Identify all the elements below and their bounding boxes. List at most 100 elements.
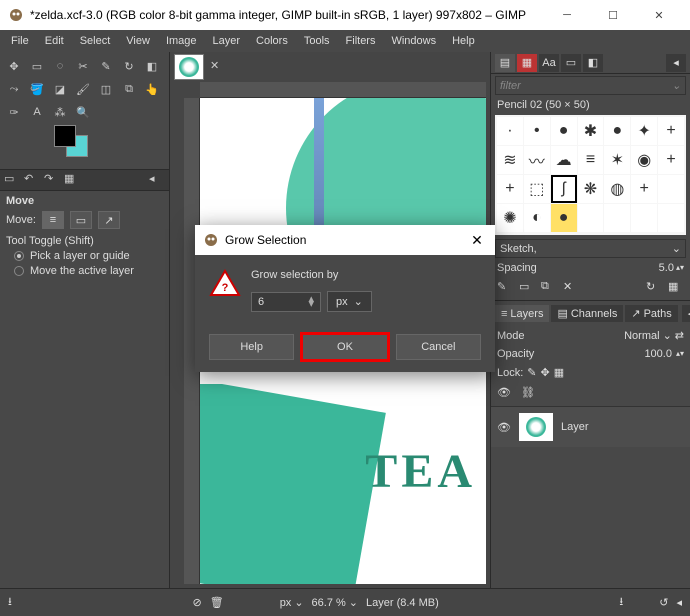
tool-paintbrush[interactable]: 🖌 <box>73 79 93 99</box>
menu-colors[interactable]: Colors <box>249 33 295 49</box>
tool-crop[interactable]: ✎ <box>96 56 116 76</box>
window-minimize-button[interactable]: ─ <box>544 0 590 30</box>
cancel-button[interactable]: Cancel <box>396 334 481 360</box>
menu-filters[interactable]: Filters <box>339 33 383 49</box>
menu-view[interactable]: View <box>119 33 157 49</box>
radio-move-active[interactable]: Move the active layer <box>6 265 163 277</box>
tool-paths[interactable]: ✑ <box>4 102 24 122</box>
tab-patterns-icon[interactable]: ▦ <box>517 54 537 72</box>
document-tab[interactable] <box>174 54 204 80</box>
tab-paths[interactable]: ↗Paths <box>625 305 677 322</box>
dialog-titlebar: Grow Selection ✕ <box>195 225 495 255</box>
tool-eraser[interactable]: ◫ <box>96 79 116 99</box>
status-download-icon[interactable]: ⭳ <box>619 593 623 612</box>
unit-select[interactable]: px ⌄ <box>280 596 304 609</box>
refresh-brushes-icon[interactable]: ↻ <box>646 280 662 296</box>
tab-brushes-icon[interactable]: ▤ <box>495 54 515 72</box>
spinner-arrows-icon[interactable]: ▴▾ <box>676 265 684 271</box>
mode-select[interactable]: Normal ⌄ ⇄ <box>624 329 684 342</box>
status-cancel-icon[interactable]: ⊘ <box>193 596 202 609</box>
menu-help[interactable]: Help <box>445 33 482 49</box>
menu-file[interactable]: File <box>4 33 36 49</box>
window-maximize-button[interactable]: ☐ <box>590 0 636 30</box>
menu-select[interactable]: Select <box>73 33 118 49</box>
tool-transform[interactable]: ◧ <box>142 56 162 76</box>
dock-menu-icon[interactable]: ◂ <box>149 172 165 188</box>
tool-color-picker[interactable]: ⁂ <box>50 102 70 122</box>
delete-brush-icon[interactable]: ✕ <box>563 280 579 296</box>
duplicate-brush-icon[interactable]: ⧉ <box>541 280 557 296</box>
brush-filter-input[interactable]: filter ⌄ <box>495 76 686 95</box>
menu-edit[interactable]: Edit <box>38 33 71 49</box>
brush-preset-select[interactable]: Sketch, ⌄ <box>495 239 686 258</box>
tool-text[interactable]: A <box>27 102 47 122</box>
right-dock-tabs-top: ▤ ▦ Aa ▭ ◧ ◂ <box>491 52 690 74</box>
tab-undo-history-icon[interactable]: ↷ <box>44 172 60 188</box>
spacing-value[interactable]: 5.0 <box>659 262 674 274</box>
status-close-icon[interactable]: 🗑 <box>210 596 224 609</box>
lock-position-icon[interactable]: ✥ <box>541 366 550 379</box>
radio-move-active-label: Move the active layer <box>30 265 134 277</box>
move-mode-selection[interactable]: ▭ <box>70 211 92 229</box>
dock-menu-bottom-icon[interactable]: ◂ <box>682 305 690 322</box>
tool-fuzzy-select[interactable]: ✂ <box>73 56 93 76</box>
spinner-arrows-icon[interactable]: ▴▾ <box>308 297 314 307</box>
opacity-value[interactable]: 100.0 <box>644 348 672 360</box>
tab-layers[interactable]: ≡Layers <box>495 305 549 322</box>
status-reset-icon[interactable]: ↺ <box>659 596 668 609</box>
lock-alpha-icon[interactable]: ▦ <box>554 366 564 379</box>
tool-smudge[interactable]: 👆 <box>142 79 162 99</box>
tab-channels[interactable]: ▤Channels <box>551 305 623 322</box>
tool-clone[interactable]: ⧉ <box>119 79 139 99</box>
radio-pick-layer[interactable]: Pick a layer or guide <box>6 250 163 262</box>
tool-rotate[interactable]: ↻ <box>119 56 139 76</box>
mode-switch-icon[interactable]: ⇄ <box>675 329 684 342</box>
close-tab-icon[interactable]: ✕ <box>210 59 226 75</box>
status-save-icon[interactable]: ⭳ <box>8 593 12 612</box>
status-more-icon[interactable]: ◂ <box>676 596 682 609</box>
edit-brush-icon[interactable]: ✎ <box>497 280 513 296</box>
unit-select[interactable]: px ⌄ <box>327 291 372 312</box>
brush-grid[interactable]: ·•●✱●✦+ ≋〰☁≡✶◉+ +⬚ʃ❋◍+ ✺◐● <box>495 115 686 235</box>
radio-dot-on-icon <box>14 251 24 261</box>
move-mode-path[interactable]: ↗ <box>98 211 120 229</box>
tab-device-status-icon[interactable]: ↶ <box>24 172 40 188</box>
window-close-button[interactable]: ✕ <box>636 0 682 30</box>
tool-move[interactable]: ✥ <box>4 56 24 76</box>
ruler-horizontal[interactable] <box>200 82 486 98</box>
tab-images-icon[interactable]: ▦ <box>64 172 80 188</box>
tool-rect-select[interactable]: ▭ <box>27 56 47 76</box>
zoom-select[interactable]: 66.7 % ⌄ <box>312 596 358 609</box>
layer-list: 👁 Layer <box>491 407 690 588</box>
tool-free-select[interactable]: ◌ <box>50 56 70 76</box>
help-button[interactable]: Help <box>209 334 294 360</box>
menu-windows[interactable]: Windows <box>384 33 443 49</box>
tab-gradients-icon[interactable]: ◧ <box>583 54 603 72</box>
layer-row[interactable]: 👁 Layer <box>491 407 690 447</box>
tool-warp[interactable]: ⤳ <box>4 79 24 99</box>
tab-document-history-icon[interactable]: ▭ <box>561 54 581 72</box>
new-brush-icon[interactable]: ▭ <box>519 280 535 296</box>
tool-measure[interactable]: 🔍 <box>73 102 93 122</box>
lock-pixels-icon[interactable]: ✎ <box>527 366 536 379</box>
spinner-arrows-icon[interactable]: ▴▾ <box>676 351 684 357</box>
menu-layer[interactable]: Layer <box>206 33 248 49</box>
link-icon[interactable]: ⛓ <box>521 386 537 402</box>
dialog-close-button[interactable]: ✕ <box>467 232 487 249</box>
foreground-color[interactable] <box>54 125 76 147</box>
tab-fonts-icon[interactable]: Aa <box>539 54 559 72</box>
eye-icon[interactable]: 👁 <box>497 386 513 402</box>
tool-bucket-fill[interactable]: 🪣 <box>27 79 47 99</box>
ok-button[interactable]: OK <box>302 334 387 360</box>
tab-tool-options-icon[interactable]: ▭ <box>4 172 20 188</box>
eye-icon[interactable]: 👁 <box>497 421 511 434</box>
menu-tools[interactable]: Tools <box>297 33 337 49</box>
grow-amount-input[interactable]: 6 ▴▾ <box>251 292 321 312</box>
tool-gradient[interactable]: ◪ <box>50 79 70 99</box>
menu-image[interactable]: Image <box>159 33 204 49</box>
open-as-image-icon[interactable]: ▦ <box>668 280 684 296</box>
move-label: Move: <box>6 214 36 226</box>
layer-name[interactable]: Layer <box>561 421 589 433</box>
move-mode-layer[interactable]: ≡ <box>42 211 64 229</box>
dock-menu-right-icon[interactable]: ◂ <box>666 54 686 72</box>
